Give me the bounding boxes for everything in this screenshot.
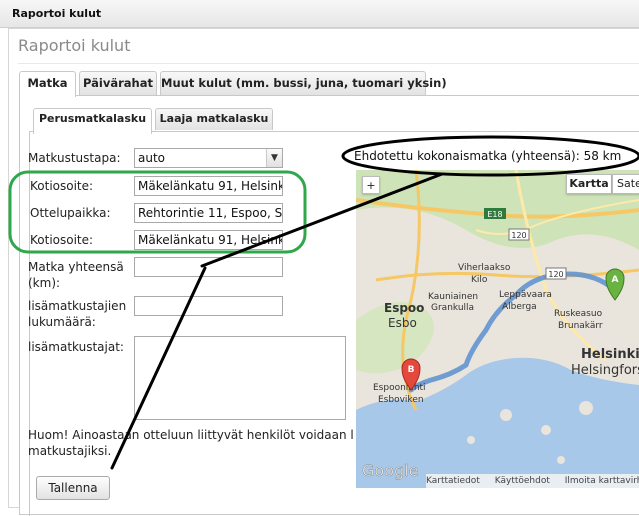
total-distance-label-line1: Matka yhteensä bbox=[28, 260, 124, 274]
map-island-3 bbox=[579, 401, 593, 415]
map-terms-link[interactable]: Käyttöehdot bbox=[495, 476, 550, 486]
place-esboviken: Esboviken bbox=[378, 395, 424, 405]
place-grankulla: Grankulla bbox=[431, 303, 474, 313]
extra-passenger-count-label-line2: lukumäärä: bbox=[28, 315, 96, 329]
subtab-laaja-matkalasku[interactable]: Laaja matkalasku bbox=[155, 108, 273, 130]
tab-matka[interactable]: Matka bbox=[19, 71, 76, 97]
place-helsingfors: Helsingfors bbox=[571, 363, 639, 378]
extra-passenger-count-label-line1: lisämatkustajien bbox=[28, 299, 127, 313]
map-island-1 bbox=[500, 409, 512, 421]
tab-paivarahat[interactable]: Päivärahat bbox=[79, 71, 157, 95]
map-island-5 bbox=[557, 456, 565, 464]
travel-mode-select[interactable]: auto ▼ bbox=[134, 148, 283, 168]
zoom-in-button[interactable]: + bbox=[362, 176, 380, 194]
travel-mode-value: auto bbox=[138, 151, 166, 165]
map-data-link[interactable]: Karttatiedot bbox=[426, 476, 480, 486]
place-helsinki: Helsinki bbox=[581, 347, 639, 362]
note-line2: matkustajiksi. bbox=[28, 444, 112, 458]
extra-passengers-textarea[interactable] bbox=[134, 336, 346, 420]
return-address-input[interactable]: Mäkelänkatu 91, Helsinki, Suomi bbox=[134, 230, 283, 250]
total-distance-input[interactable] bbox=[134, 257, 283, 277]
road-label-120a: 120 bbox=[511, 231, 526, 240]
window-title: Raportoi kulut bbox=[0, 0, 639, 28]
place-espoo: Espoo bbox=[384, 301, 424, 315]
place-esbo: Esbo bbox=[388, 316, 417, 330]
home-address-input[interactable]: Mäkelänkatu 91, Helsinki, Suomi bbox=[134, 176, 283, 196]
dialog-title: Raportoi kulut bbox=[18, 36, 131, 55]
map-island-4 bbox=[467, 436, 475, 444]
title-divider bbox=[18, 63, 639, 64]
place-alberga: Alberga bbox=[502, 302, 537, 312]
home-address-label: Kotiosoite: bbox=[30, 179, 94, 193]
note-line1: Huom! Ainoastaan otteluun liittyvät henk… bbox=[28, 428, 354, 442]
total-distance-label-line2: (km): bbox=[28, 276, 61, 290]
road-label-e18: E18 bbox=[487, 210, 502, 219]
map-footer: Karttatiedot Käyttöehdot Ilmoita karttav… bbox=[426, 474, 639, 488]
route-map[interactable]: E18 120 120 Viherlaakso Kilo Kauniainen … bbox=[356, 170, 639, 488]
place-kauniainen: Kauniainen bbox=[428, 292, 478, 302]
save-button[interactable]: Tallenna bbox=[36, 476, 110, 500]
chevron-down-icon[interactable]: ▼ bbox=[266, 149, 282, 167]
suggested-distance-text: Ehdotettu kokonaismatka (yhteensä): 58 k… bbox=[354, 149, 622, 163]
venue-label: Ottelupaikka: bbox=[30, 206, 111, 220]
tab-muut-kulut[interactable]: Muut kulut (mm. bussi, juna, tuomari yks… bbox=[160, 71, 447, 95]
travel-mode-label: Matkustustapa: bbox=[28, 151, 121, 165]
venue-input[interactable]: Rehtorintie 11, Espoo, Suomi bbox=[134, 203, 283, 223]
place-brunakarr: Brunakärr bbox=[558, 321, 603, 331]
return-address-label: Kotiosoite: bbox=[30, 233, 94, 247]
map-report-link[interactable]: Ilmoita karttavirhe bbox=[565, 476, 639, 486]
extra-passengers-label: lisämatkustajat: bbox=[28, 340, 124, 354]
place-espoonlahti: Espoonlahti bbox=[373, 383, 426, 393]
place-leppavaara: Leppävaara bbox=[499, 290, 552, 300]
satellite-type-button[interactable]: Sate bbox=[612, 174, 639, 194]
map-island-2 bbox=[541, 425, 551, 435]
map-canvas: E18 120 120 Viherlaakso Kilo Kauniainen … bbox=[356, 170, 639, 488]
subtab-perusmatkalasku[interactable]: Perusmatkalasku bbox=[33, 108, 152, 134]
place-viherlaakso: Viherlaakso bbox=[458, 263, 511, 273]
marker-b-label: B bbox=[408, 365, 415, 375]
map-type-button[interactable]: Kartta bbox=[566, 174, 612, 194]
place-ruskeasuo: Ruskeasuo bbox=[554, 309, 603, 319]
marker-a-label: A bbox=[612, 275, 619, 285]
google-logo: Google bbox=[362, 461, 418, 480]
extra-passenger-count-input[interactable] bbox=[134, 296, 283, 316]
place-kilo: Kilo bbox=[471, 275, 488, 285]
road-label-120b: 120 bbox=[548, 270, 563, 279]
